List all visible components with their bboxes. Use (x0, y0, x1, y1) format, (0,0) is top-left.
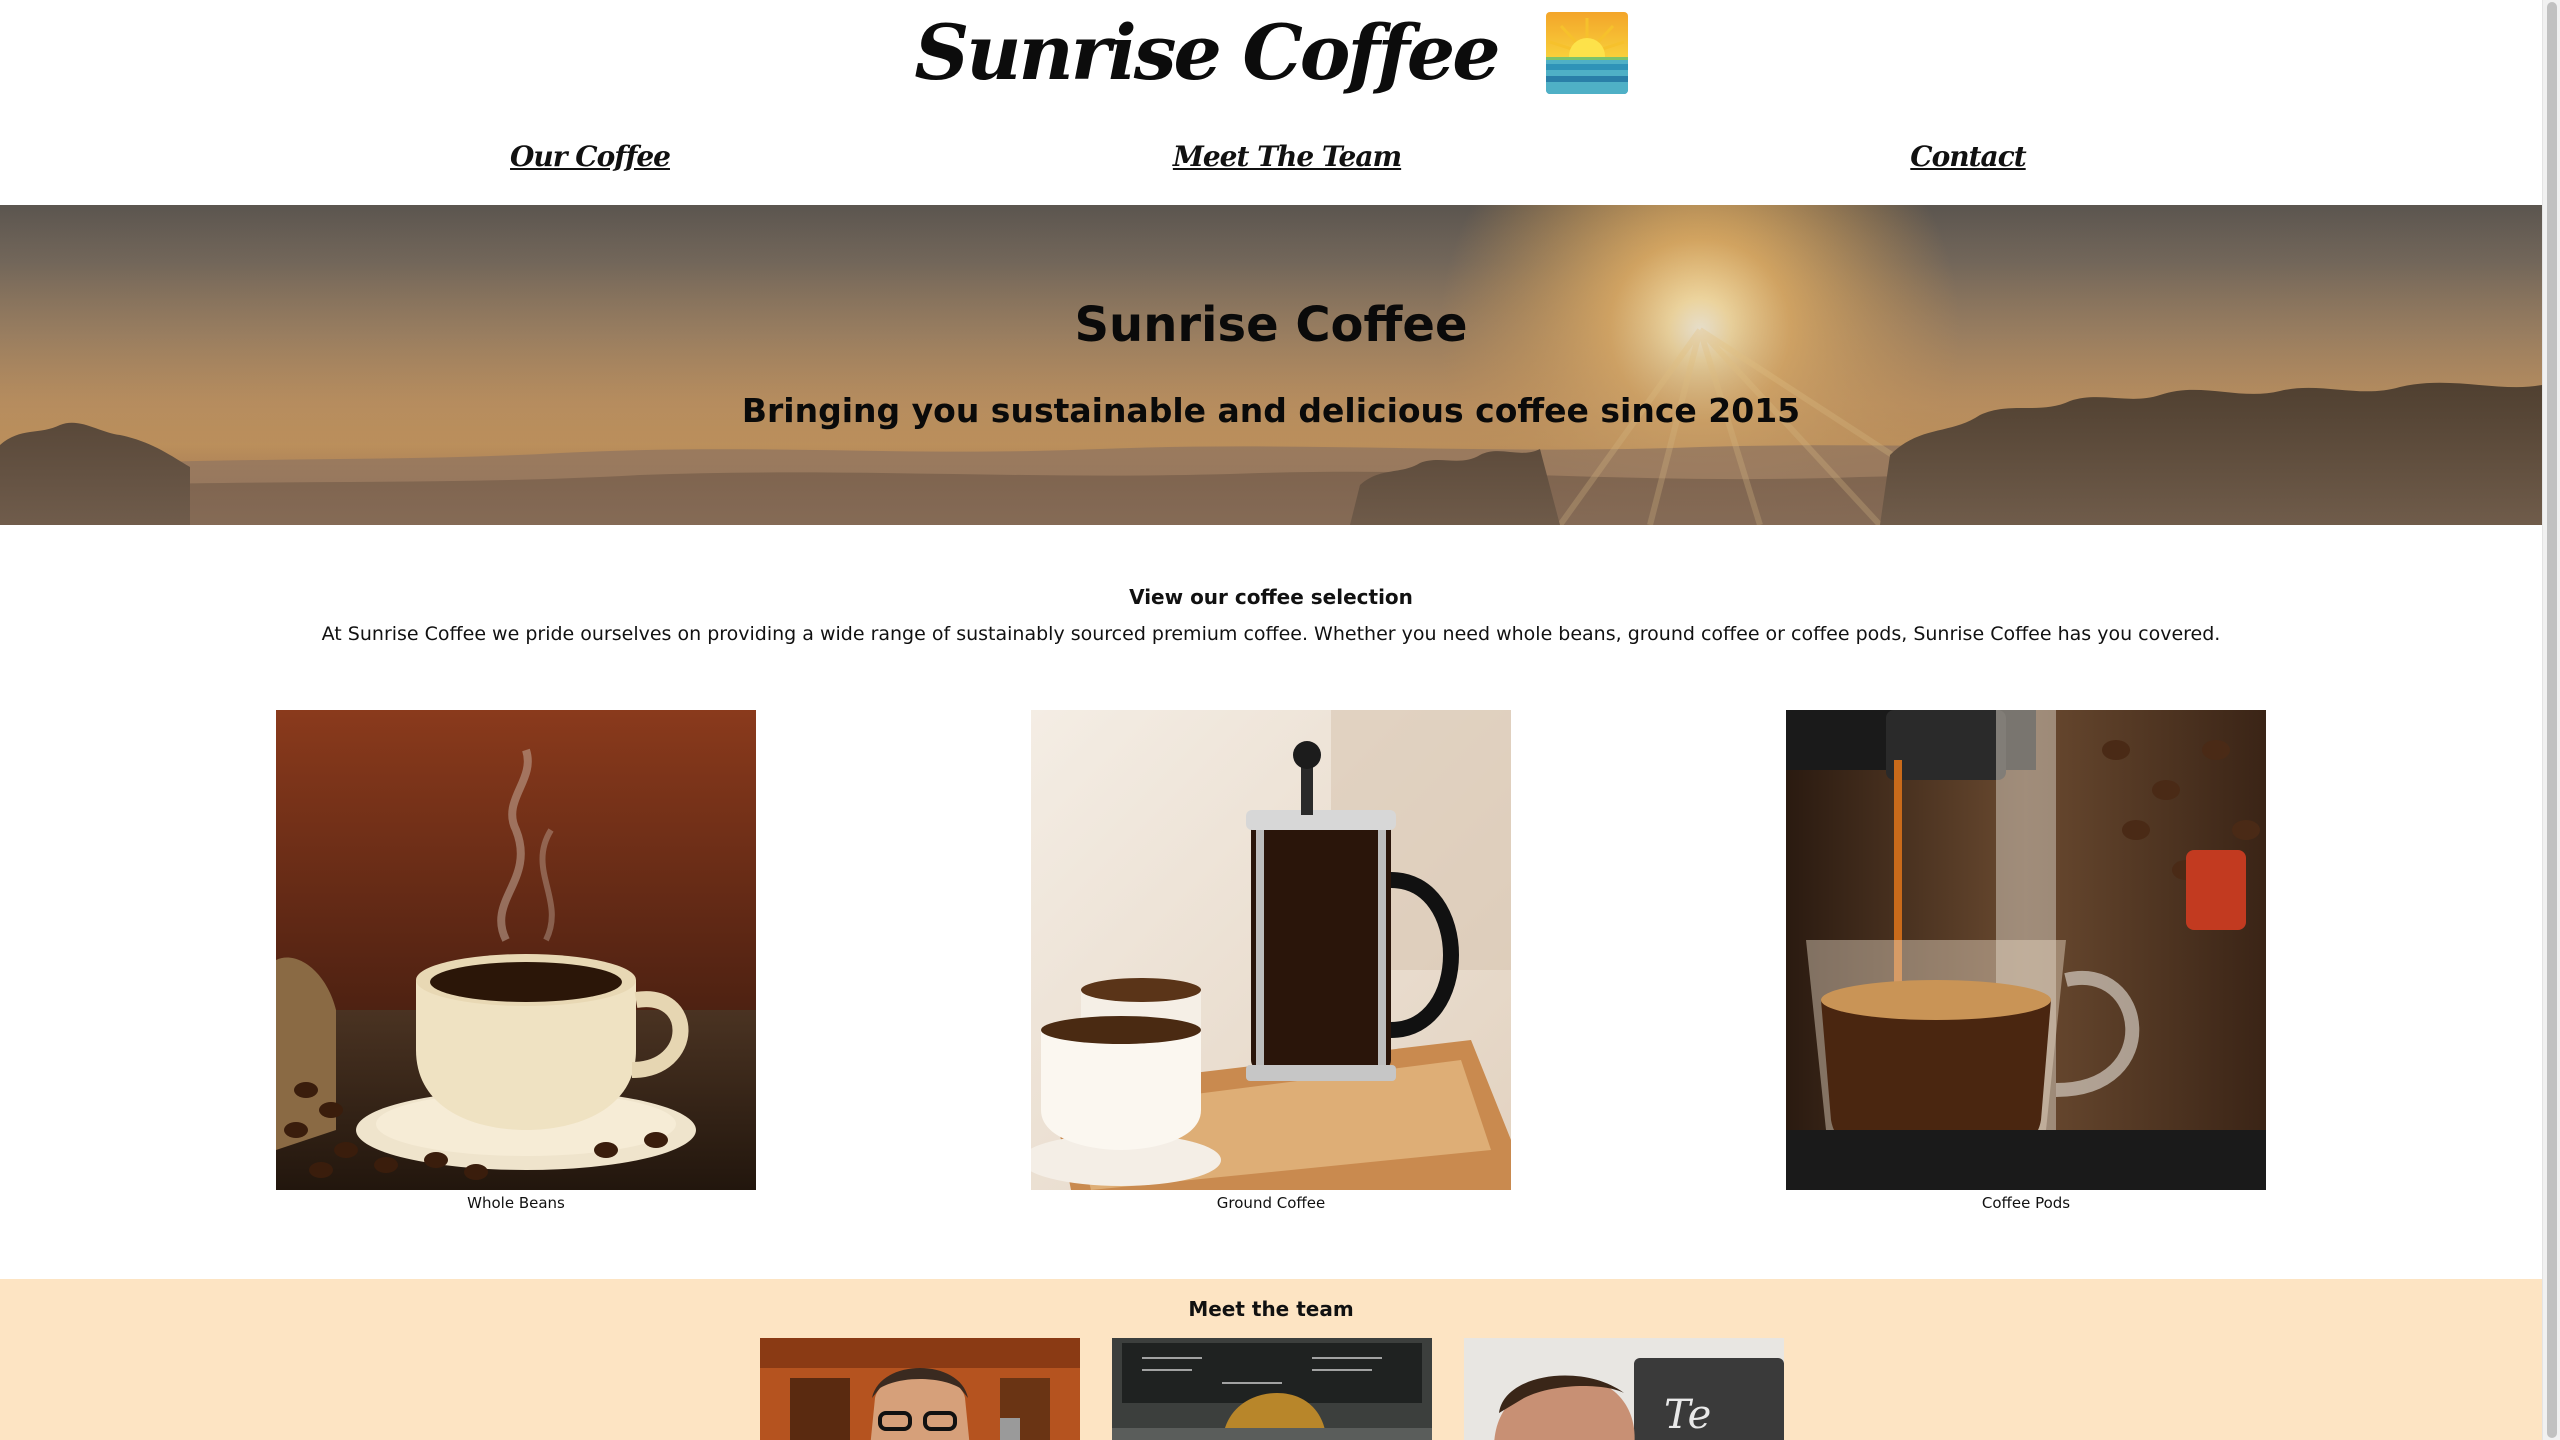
product-ground-coffee[interactable]: Ground Coffee (1031, 710, 1511, 1212)
coffee-pods-image[interactable] (1786, 710, 2266, 1190)
nav-link-our-coffee[interactable]: Our Coffee (510, 140, 671, 173)
hero-title: Sunrise Coffee (1074, 297, 1468, 353)
hero-sunrise-image (0, 205, 2542, 525)
selection-description: At Sunrise Coffee we pride ourselves on … (321, 623, 2221, 645)
page-scrollbar[interactable] (2542, 0, 2560, 1440)
selection-heading: View our coffee selection (1129, 585, 1413, 609)
nav-link-meet-the-team[interactable]: Meet The Team (1173, 140, 1402, 173)
page: Sunrise Coffee Our Coffee Meet The Team … (0, 0, 2542, 1440)
team-member-photo[interactable]: Te (1464, 1338, 1784, 1440)
hero-subtitle: Bringing you sustainable and delicious c… (741, 391, 1801, 430)
product-whole-beans[interactable]: Whole Beans (276, 710, 756, 1212)
product-caption: Coffee Pods (1981, 1194, 2071, 1212)
product-caption: Whole Beans (467, 1194, 565, 1212)
whole-beans-image[interactable] (276, 710, 756, 1190)
scrollbar-thumb[interactable] (2547, 2, 2557, 1438)
site-header: Sunrise Coffee Our Coffee Meet The Team … (0, 0, 2542, 205)
team-member-photo[interactable] (1112, 1338, 1432, 1440)
team-heading: Meet the team (1188, 1297, 1354, 1321)
product-caption: Ground Coffee (1216, 1194, 1326, 1212)
product-coffee-pods[interactable]: Coffee Pods (1786, 710, 2266, 1212)
brand-title[interactable]: Sunrise Coffee (914, 8, 1500, 97)
team-member-photo[interactable] (760, 1338, 1080, 1440)
nav-link-contact[interactable]: Contact (1910, 140, 2026, 173)
coffee-selection-section: View our coffee selection At Sunrise Cof… (0, 525, 2542, 1279)
brand: Sunrise Coffee (0, 8, 2542, 97)
hero-banner: Sunrise Coffee Bringing you sustainable … (0, 205, 2542, 525)
sunrise-logo-icon[interactable] (1545, 11, 1628, 94)
meet-the-team-section: Meet the team Te (0, 1279, 2542, 1440)
main-nav: Our Coffee Meet The Team Contact (0, 140, 2542, 180)
ground-coffee-image[interactable] (1031, 710, 1511, 1190)
svg-text:Te: Te (1664, 1392, 1711, 1438)
